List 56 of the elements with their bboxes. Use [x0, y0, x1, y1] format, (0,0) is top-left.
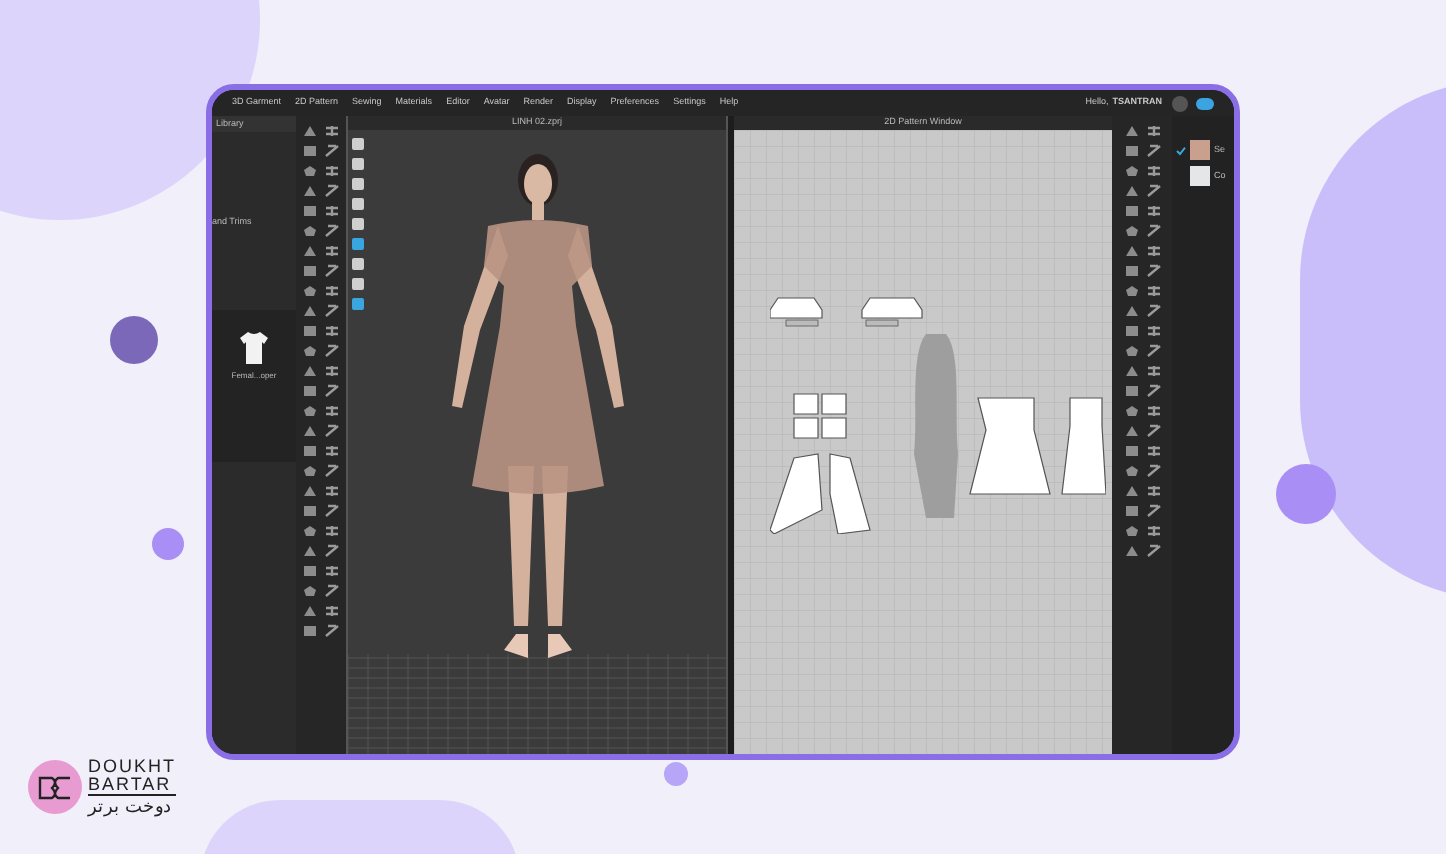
tool-icon[interactable] [324, 244, 340, 258]
tool-icon[interactable] [324, 384, 340, 398]
tool-icon[interactable] [1145, 384, 1161, 398]
tool-icon[interactable] [324, 124, 340, 138]
tool-icon[interactable] [324, 444, 340, 458]
tool-icon[interactable] [324, 264, 340, 278]
tool-icon[interactable] [1145, 364, 1161, 378]
tool-icon[interactable] [324, 464, 340, 478]
tool-icon[interactable] [1145, 164, 1161, 178]
tool-icon[interactable] [324, 524, 340, 538]
tool-icon[interactable] [324, 164, 340, 178]
tool-icon[interactable] [1145, 224, 1161, 238]
tool-icon[interactable] [324, 404, 340, 418]
tool-icon[interactable] [1145, 264, 1161, 278]
tool-icon[interactable] [1145, 304, 1161, 318]
tool-icon[interactable] [324, 144, 340, 158]
tool-icon[interactable] [1145, 424, 1161, 438]
tool-icon[interactable] [1145, 324, 1161, 338]
tool-icon[interactable] [324, 184, 340, 198]
tool-icon[interactable] [1145, 444, 1161, 458]
tool-icon[interactable] [324, 504, 340, 518]
logo-text: DOUKHT [88, 758, 176, 776]
tool-icon[interactable] [324, 224, 340, 238]
tool-icon[interactable] [1145, 544, 1161, 558]
fabric-swatch[interactable] [1190, 140, 1210, 160]
tool-icon[interactable] [1145, 144, 1161, 158]
check-icon[interactable] [1176, 145, 1186, 155]
tool-icon[interactable] [324, 304, 340, 318]
tool-icon[interactable] [1145, 184, 1161, 198]
tool-icon[interactable] [324, 584, 340, 598]
tool-icon[interactable] [324, 564, 340, 578]
tool-icon[interactable] [1145, 524, 1161, 538]
tool-icon[interactable] [324, 484, 340, 498]
tool-icon[interactable] [1145, 204, 1161, 218]
tool-icon[interactable] [1145, 404, 1161, 418]
tool-icon[interactable] [324, 424, 340, 438]
tool-icon[interactable] [1145, 344, 1161, 358]
tool-icon[interactable] [324, 204, 340, 218]
tool-icon[interactable] [1145, 244, 1161, 258]
tool-icon[interactable] [1145, 504, 1161, 518]
logo-text: دوخت برتر [88, 798, 174, 816]
tool-icon[interactable] [1145, 124, 1161, 138]
fabric-swatch[interactable] [1190, 166, 1210, 186]
tool-icon[interactable] [324, 324, 340, 338]
tool-icon[interactable] [324, 544, 340, 558]
logo-text: BARTAR [88, 776, 176, 796]
tool-icon[interactable] [1145, 284, 1161, 298]
shirt-icon[interactable] [238, 329, 270, 366]
tool-icon[interactable] [324, 624, 340, 638]
tool-icon[interactable] [1145, 484, 1161, 498]
logo-icon [38, 775, 72, 799]
tool-icon[interactable] [324, 284, 340, 298]
tool-icon[interactable] [324, 604, 340, 618]
tool-icon[interactable] [324, 364, 340, 378]
tool-icon[interactable] [1145, 464, 1161, 478]
tool-icon[interactable] [324, 344, 340, 358]
